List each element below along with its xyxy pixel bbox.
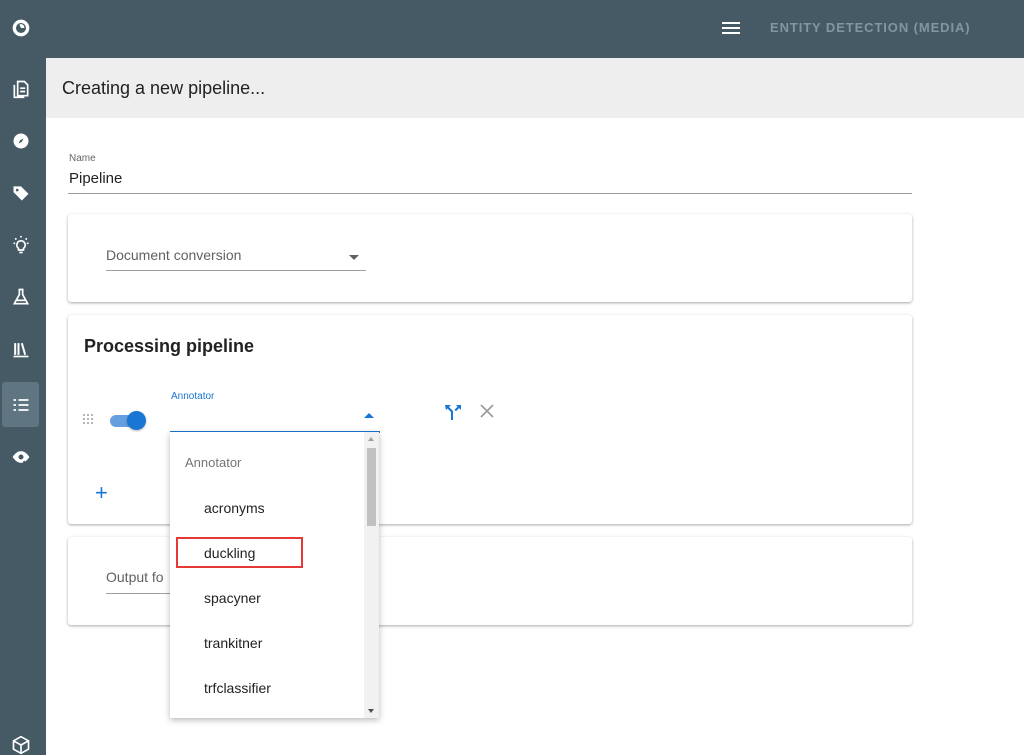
app-title: ENTITY DETECTION (MEDIA) bbox=[770, 20, 971, 35]
sidebar-item-pipelines[interactable] bbox=[2, 382, 39, 427]
name-field-label: Name bbox=[69, 153, 96, 164]
sidebar bbox=[0, 0, 46, 755]
app-window: ENTITY DETECTION (MEDIA) Creating a new … bbox=[0, 0, 1024, 755]
page-header: Creating a new pipeline... bbox=[46, 58, 1024, 118]
dropdown-scrollbar[interactable] bbox=[364, 432, 379, 718]
dropdown-option-trankitner[interactable]: trankitner bbox=[204, 635, 262, 651]
eye-check-icon bbox=[12, 450, 30, 465]
dropdown-option-acronyms[interactable]: acronyms bbox=[204, 500, 265, 516]
sidebar-item-library[interactable] bbox=[2, 326, 39, 371]
selection-highlight-box bbox=[176, 537, 303, 568]
dropdown-header: Annotator bbox=[185, 455, 242, 470]
eye-logo-icon bbox=[12, 19, 29, 36]
document-conversion-select[interactable]: Document conversion bbox=[106, 247, 241, 263]
close-icon[interactable] bbox=[479, 403, 495, 419]
chevron-down-icon[interactable] bbox=[349, 255, 359, 260]
page-title: Creating a new pipeline... bbox=[62, 78, 266, 98]
drag-handle-icon[interactable] bbox=[82, 413, 94, 425]
name-field[interactable]: Pipeline bbox=[69, 170, 122, 187]
scroll-down-arrow-icon[interactable] bbox=[368, 709, 374, 713]
scroll-up-arrow-icon[interactable] bbox=[368, 437, 374, 441]
toggle-knob[interactable] bbox=[127, 411, 146, 430]
tag-icon bbox=[13, 185, 28, 200]
document-conversion-underline bbox=[106, 270, 366, 271]
dropdown-option-trfclassifier[interactable]: trfclassifier bbox=[204, 680, 271, 696]
sidebar-item-documents[interactable] bbox=[2, 66, 39, 111]
document-icon bbox=[13, 80, 28, 98]
lightbulb-icon bbox=[13, 235, 28, 253]
sidebar-item-explore[interactable] bbox=[2, 118, 39, 163]
sidebar-item-review[interactable] bbox=[2, 434, 39, 479]
annotator-dropdown-menu: Annotator acronyms duckling spacyner tra… bbox=[170, 432, 379, 718]
processing-pipeline-title: Processing pipeline bbox=[84, 336, 255, 356]
output-format-select[interactable]: Output fo bbox=[106, 569, 164, 585]
fork-icon[interactable] bbox=[444, 403, 462, 421]
list-icon bbox=[13, 398, 28, 411]
output-format-underline bbox=[106, 593, 176, 594]
add-annotator-button[interactable]: + bbox=[95, 482, 108, 504]
menu-icon[interactable] bbox=[720, 19, 742, 39]
annotator-select-label: Annotator bbox=[171, 391, 215, 402]
app-logo[interactable] bbox=[2, 5, 39, 50]
library-icon bbox=[13, 342, 28, 357]
scrollbar-thumb[interactable] bbox=[367, 448, 376, 526]
sidebar-item-tags[interactable] bbox=[2, 170, 39, 215]
top-bar: ENTITY DETECTION (MEDIA) bbox=[46, 0, 1024, 58]
chevron-up-icon[interactable] bbox=[364, 413, 374, 418]
sidebar-item-ideas[interactable] bbox=[2, 222, 39, 267]
sidebar-item-lab[interactable] bbox=[2, 274, 39, 319]
name-field-underline bbox=[68, 193, 912, 194]
sidebar-item-models[interactable] bbox=[2, 722, 39, 755]
flask-icon bbox=[12, 288, 29, 304]
cube-icon bbox=[12, 735, 29, 754]
dropdown-option-spacyner[interactable]: spacyner bbox=[204, 590, 261, 606]
compass-icon bbox=[13, 133, 28, 148]
document-conversion-card: Document conversion bbox=[68, 214, 912, 302]
